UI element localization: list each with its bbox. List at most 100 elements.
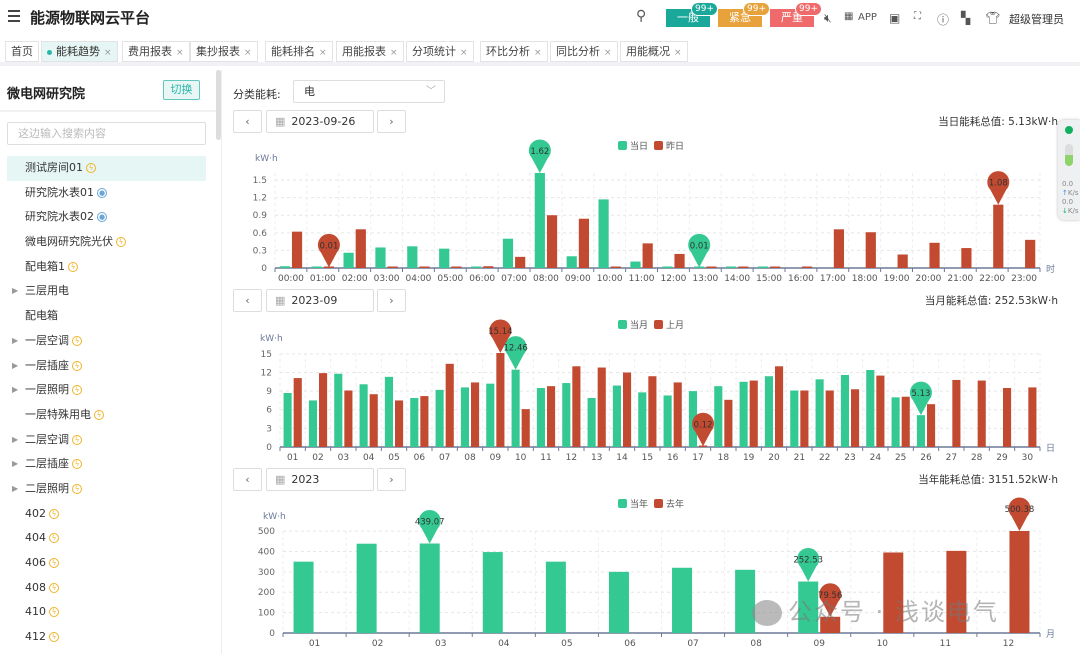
mute-icon[interactable]: 🔇︎: [824, 11, 832, 26]
translate-icon[interactable]: ▚: [961, 11, 970, 25]
tab-item[interactable]: 用能概况 ×: [620, 41, 688, 62]
x-tick-label: 17:00: [820, 274, 846, 284]
tree-node[interactable]: 406 ϟ: [7, 551, 206, 576]
alarm-general-button[interactable]: 一般 99+: [666, 2, 718, 27]
close-icon[interactable]: ×: [534, 48, 542, 58]
tab-item[interactable]: 同比分析 ×: [550, 41, 618, 62]
help-icon[interactable]: ⓘ: [937, 11, 949, 28]
tree-node[interactable]: 408 ϟ: [7, 576, 206, 601]
tree-node[interactable]: ▶ 三层用电: [7, 279, 206, 304]
caret-right-icon[interactable]: ▶: [12, 329, 18, 354]
x-tick-label: 07: [439, 453, 450, 463]
prev-button[interactable]: ‹: [233, 110, 262, 133]
alarm-count-badge: 99+: [691, 2, 718, 16]
tab-item[interactable]: 集抄报表 ×: [190, 41, 258, 62]
menu-toggle-icon[interactable]: [8, 10, 20, 22]
search-icon[interactable]: ⚲: [636, 8, 646, 24]
tree-node[interactable]: 412 ϟ: [7, 625, 206, 650]
tree-node[interactable]: ▶ 二层空调 ϟ: [7, 428, 206, 453]
tree-node[interactable]: 配电箱1 ϟ: [7, 255, 206, 280]
date-value: 2023-09-26: [291, 115, 356, 128]
fullscreen-icon[interactable]: ⛶: [914, 11, 921, 22]
next-button[interactable]: ›: [377, 110, 406, 133]
prev-button[interactable]: ‹: [233, 289, 262, 312]
legend-label: 去年: [666, 498, 684, 510]
close-icon[interactable]: ×: [244, 48, 252, 58]
close-icon[interactable]: ×: [104, 48, 112, 58]
caret-right-icon[interactable]: ▶: [12, 428, 18, 453]
bar: [608, 571, 629, 633]
tree-node[interactable]: ▶ 二层照明 ϟ: [7, 477, 206, 502]
water-drop-icon: ●: [97, 212, 107, 223]
tab-item[interactable]: 首页: [5, 41, 39, 62]
close-icon[interactable]: ×: [319, 48, 327, 58]
marker-label: 439.07: [415, 517, 445, 527]
category-select[interactable]: 电 ﹀: [293, 80, 445, 103]
prev-button[interactable]: ‹: [233, 468, 262, 491]
tree-node[interactable]: 研究院水表02 ●: [7, 205, 206, 230]
alarm-severe-button[interactable]: 严重 99+: [770, 2, 822, 27]
scrollbar[interactable]: [216, 70, 221, 140]
close-icon[interactable]: ×: [460, 48, 468, 58]
screen-icon[interactable]: ▣: [889, 11, 900, 25]
date-picker[interactable]: ▦ 2023-09-26: [266, 110, 374, 133]
lightning-icon: ϟ: [49, 607, 59, 618]
network-speed-panel[interactable]: 0.0 ↑K/s 0.0 ↓K/s: [1058, 120, 1080, 220]
tab-item[interactable]: 环比分析 ×: [480, 41, 548, 62]
close-icon[interactable]: ×: [390, 48, 398, 58]
tab-item[interactable]: 费用报表 ×: [122, 41, 190, 62]
tree-node[interactable]: 一层特殊用电 ϟ: [7, 403, 206, 428]
caret-right-icon[interactable]: ▶: [12, 378, 18, 403]
search-input[interactable]: 这边输入搜索内容: [7, 122, 206, 145]
date-picker[interactable]: ▦ 2023-09: [266, 289, 374, 312]
next-button[interactable]: ›: [377, 468, 406, 491]
caret-right-icon[interactable]: ▶: [12, 452, 18, 477]
user-name[interactable]: 超级管理员: [1009, 11, 1064, 27]
caret-right-icon[interactable]: ▶: [12, 477, 18, 502]
caret-right-icon[interactable]: ▶: [12, 354, 18, 379]
tab-item[interactable]: 能耗排名 ×: [265, 41, 333, 62]
y-tick-label: 500: [258, 527, 275, 537]
bar: [375, 247, 386, 268]
next-button[interactable]: ›: [377, 289, 406, 312]
qr-icon[interactable]: ▦: [844, 11, 853, 22]
tab-item[interactable]: 分项统计 ×: [406, 41, 474, 62]
bar: [764, 376, 773, 447]
switch-button[interactable]: 切换: [163, 80, 200, 100]
tree-node[interactable]: ▶ 一层插座 ϟ: [7, 354, 206, 379]
tree-node-label: 测试房间01: [25, 161, 83, 174]
tree-node[interactable]: 配电箱: [7, 304, 206, 329]
tab-item[interactable]: 用能报表 ×: [336, 41, 404, 62]
date-picker[interactable]: ▦ 2023: [266, 468, 374, 491]
bar: [566, 256, 577, 268]
x-tick-label: 06:00: [469, 274, 495, 284]
tree-node-label: 402: [25, 506, 46, 520]
x-tick-label: 11: [540, 453, 551, 463]
tree-node[interactable]: 402 ϟ: [7, 502, 206, 527]
tree-node[interactable]: ▶ 二层插座 ϟ: [7, 452, 206, 477]
tree-node[interactable]: 测试房间01 ϟ: [7, 156, 206, 181]
bar: [482, 552, 503, 633]
tree-node[interactable]: ▶ 一层空调 ϟ: [7, 329, 206, 354]
close-icon[interactable]: ×: [176, 48, 184, 58]
tree-node[interactable]: 微电网研究院光伏 ϟ: [7, 230, 206, 255]
tree-node[interactable]: ▶ 一层照明 ϟ: [7, 378, 206, 403]
x-tick-label: 09:00: [565, 274, 591, 284]
tree-node[interactable]: 研究院水表01 ●: [7, 181, 206, 206]
close-icon[interactable]: ×: [674, 48, 682, 58]
bar: [511, 369, 520, 447]
bar: [662, 266, 673, 268]
alarm-urgent-button[interactable]: 紧急 99+: [718, 2, 770, 27]
tree-node-label: 二层空调: [25, 432, 69, 446]
theme-shirt-icon[interactable]: 👕︎: [985, 11, 1000, 25]
water-drop-icon: ●: [97, 187, 107, 198]
app-link[interactable]: APP: [858, 12, 877, 23]
tab-item[interactable]: 能耗趋势 ×: [41, 41, 118, 62]
caret-right-icon[interactable]: ▶: [12, 279, 18, 304]
close-icon[interactable]: ×: [604, 48, 612, 58]
bar: [439, 248, 450, 268]
tree-node[interactable]: 404 ϟ: [7, 526, 206, 551]
watermark-text: 公众号 · 浅谈电气: [788, 598, 999, 626]
tree-node[interactable]: 410 ϟ: [7, 600, 206, 625]
bar: [410, 397, 419, 447]
